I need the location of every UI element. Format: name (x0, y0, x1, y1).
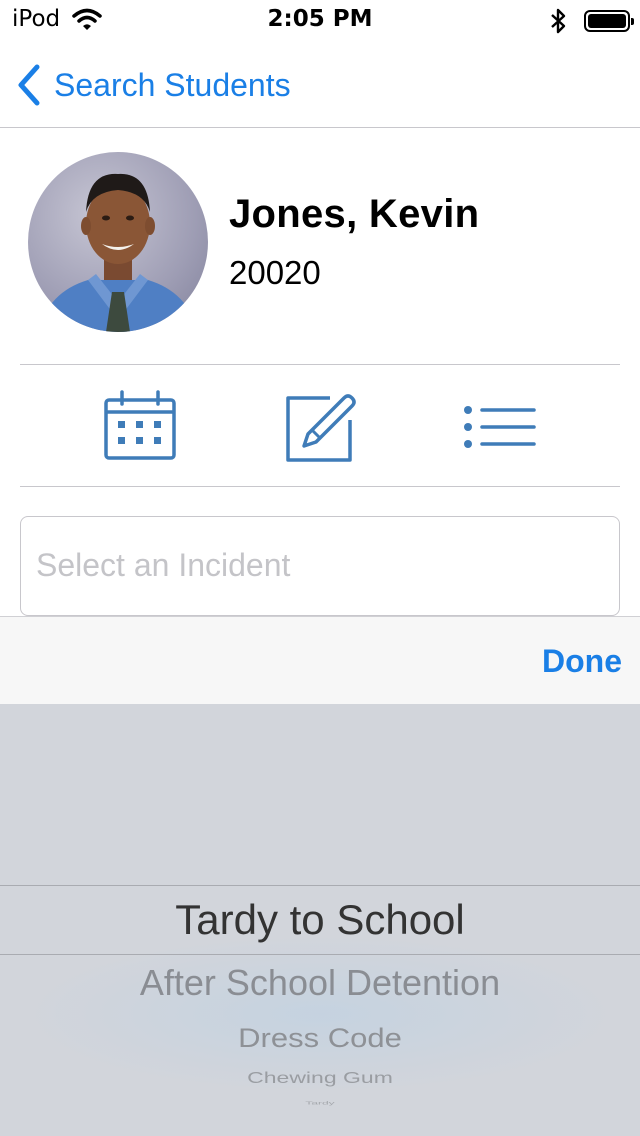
chevron-left-icon (18, 64, 40, 106)
battery-nub (631, 18, 634, 25)
incident-picker[interactable]: Tardy to School After School Detention D… (0, 704, 640, 1136)
calendar-icon (104, 390, 176, 460)
list-button[interactable] (464, 390, 536, 462)
picker-option[interactable]: Dress Code (0, 1022, 640, 1054)
picker-option[interactable]: Chewing Gum (0, 1068, 640, 1087)
navigation-bar: Search Students (0, 40, 640, 128)
done-button[interactable]: Done (542, 643, 622, 680)
battery-fill (588, 14, 626, 28)
compose-button[interactable] (284, 390, 356, 462)
picker-selection-line-bottom (0, 954, 640, 955)
picker-option[interactable]: Tardy (0, 1101, 640, 1106)
calendar-button[interactable] (104, 390, 176, 462)
student-avatar (28, 152, 208, 332)
action-bar (0, 366, 640, 486)
compose-icon (286, 394, 356, 462)
bluetooth-icon (551, 8, 566, 34)
back-button[interactable]: Search Students (16, 64, 291, 106)
picker-option-selected[interactable]: Tardy to School (0, 896, 640, 944)
divider (20, 486, 620, 487)
status-right (548, 8, 634, 34)
incident-select-field[interactable]: Select an Incident (20, 516, 620, 616)
status-time: 2:05 PM (267, 6, 373, 32)
student-id: 20020 (229, 254, 321, 291)
battery-icon (584, 10, 634, 32)
picker-option[interactable]: After School Detention (0, 962, 640, 1004)
status-bar: iPod 2:05 PM (0, 0, 640, 40)
student-photo (38, 173, 198, 332)
list-icon (464, 406, 536, 448)
incident-placeholder: Select an Incident (36, 547, 291, 583)
student-profile: Jones, Kevin 20020 (0, 128, 640, 364)
back-button-label: Search Students (54, 66, 291, 103)
picker-toolbar: Done (0, 616, 640, 704)
student-name: Jones, Kevin (229, 192, 480, 236)
picker-selection-line-top (0, 885, 640, 886)
divider (20, 364, 620, 365)
